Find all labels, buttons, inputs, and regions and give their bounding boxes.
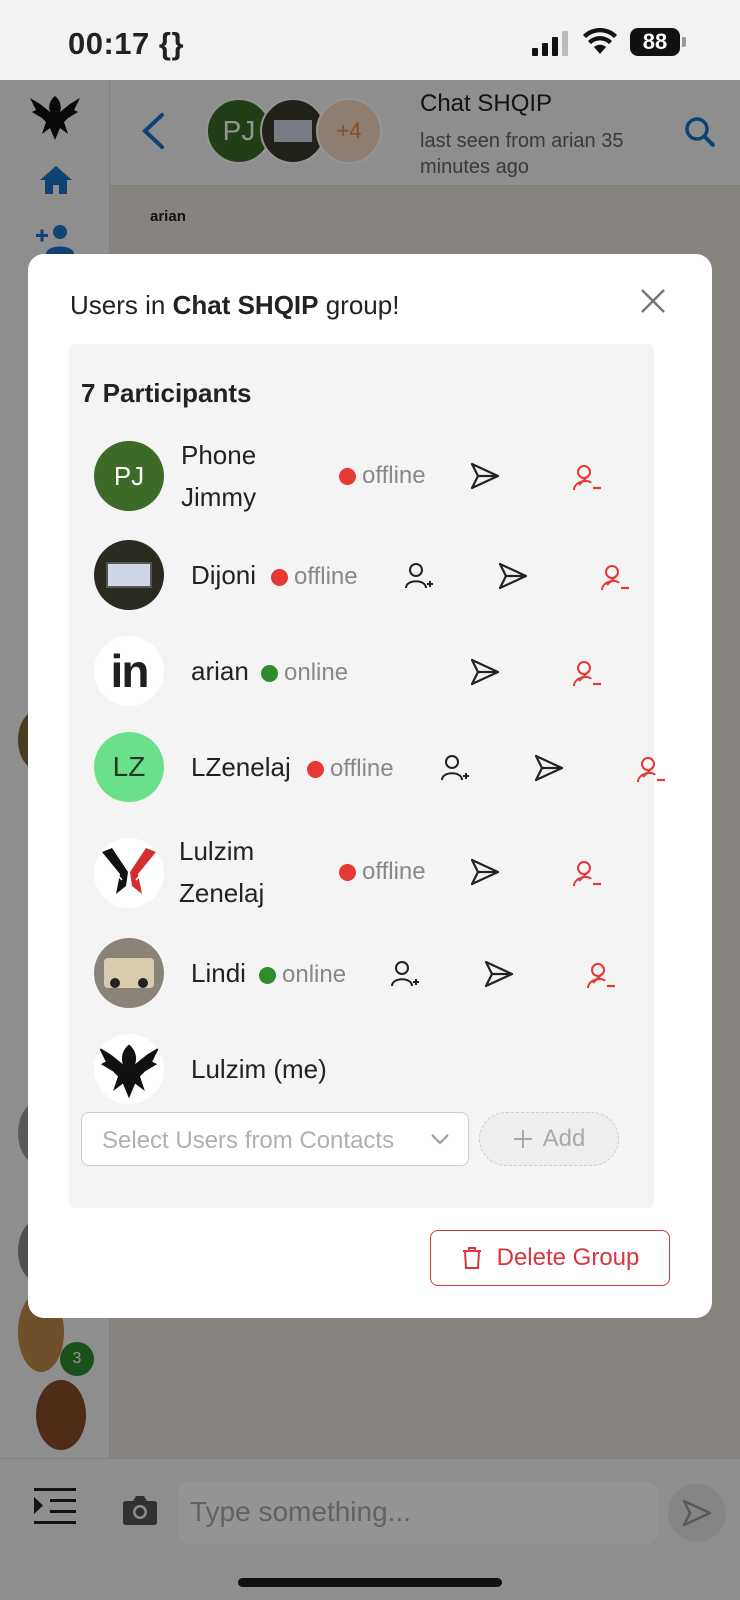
participant-row: Dijoni offline (69, 534, 669, 618)
status-badge: online (259, 961, 346, 989)
send-message-icon[interactable] (469, 460, 501, 492)
status-time: 00:17 {} (68, 26, 185, 61)
status-dot (261, 664, 278, 682)
send-message-icon[interactable] (497, 560, 529, 592)
status-dot (339, 467, 356, 485)
status-text: offline (362, 858, 426, 885)
battery-icon: 88 (630, 28, 686, 56)
remove-user-icon[interactable] (599, 562, 631, 594)
participant-name: Lindi (191, 958, 246, 988)
modal-title-group: Chat SHQIP (172, 290, 319, 320)
status-badge: offline (307, 755, 394, 783)
add-button[interactable]: Add (479, 1112, 619, 1166)
status-dot (259, 966, 276, 984)
status-dot (271, 568, 288, 586)
plus-icon (513, 1130, 532, 1148)
status-badge: offline (271, 563, 358, 591)
status-badge: online (261, 659, 348, 687)
participant-name-line1: Lulzim (179, 836, 255, 866)
status-bar: 00:17 {} 88 (0, 0, 740, 80)
status-text: offline (330, 755, 394, 782)
status-text: online (282, 961, 347, 988)
participant-name-line2: Jimmy (181, 482, 257, 512)
send-message-icon[interactable] (469, 656, 501, 688)
avatar (94, 938, 164, 1008)
participant-row: in arian online (69, 630, 669, 714)
avatar (94, 540, 164, 610)
status-text: offline (362, 462, 426, 489)
group-users-modal: Users in Chat SHQIP group! 7 Participant… (28, 254, 712, 1318)
wifi-icon (583, 28, 617, 54)
participant-name: LZenelaj (191, 752, 291, 782)
send-message-icon[interactable] (483, 958, 515, 990)
status-badge: offline (339, 858, 426, 886)
participants-panel: 7 Participants PJ Phone Jimmy offline Di… (69, 344, 665, 1208)
avatar: PJ (94, 441, 164, 511)
remove-user-icon[interactable] (635, 754, 667, 786)
avatar (94, 838, 164, 908)
participant-row: PJ Phone Jimmy offline (69, 428, 669, 528)
send-message-icon[interactable] (469, 856, 501, 888)
remove-user-icon[interactable] (571, 658, 603, 690)
participant-name-line1: Phone (181, 440, 257, 470)
modal-title: Users in Chat SHQIP group! (70, 290, 399, 321)
add-button-label: Add (542, 1125, 586, 1152)
contacts-select-placeholder: Select Users from Contacts (102, 1127, 395, 1154)
delete-group-button[interactable]: Delete Group (430, 1230, 670, 1286)
signal-icon (532, 30, 568, 56)
trash-icon (462, 1247, 481, 1269)
avatar: LZ (94, 732, 164, 802)
participant-name: Dijoni (191, 560, 257, 590)
status-badge: offline (339, 462, 426, 490)
eagle-logo-icon (98, 1044, 160, 1099)
remove-user-icon[interactable] (571, 858, 603, 890)
remove-user-icon[interactable] (585, 960, 617, 992)
participant-name: Lulzim Zenelaj (179, 830, 264, 914)
status-text: offline (294, 563, 358, 590)
status-text: online (284, 659, 349, 686)
contacts-select[interactable]: Select Users from Contacts (81, 1112, 469, 1166)
avatar (94, 1034, 164, 1104)
participant-row: Lulzim Zenelaj offline (69, 822, 669, 922)
avatar: in (94, 636, 164, 706)
status-dot (307, 760, 324, 778)
add-contact-icon[interactable] (389, 958, 421, 990)
participant-name: Phone Jimmy (181, 434, 256, 518)
close-icon[interactable] (640, 288, 666, 314)
participant-name: Lulzim (me) (191, 1054, 327, 1084)
chevron-down-icon (431, 1134, 449, 1145)
add-contact-icon[interactable] (439, 752, 471, 784)
participant-row: Lulzim (me) (69, 1030, 669, 1106)
participants-count: 7 Participants (81, 378, 252, 408)
participant-row: Lindi online (69, 932, 669, 1016)
modal-title-suffix: group! (318, 290, 400, 320)
hands-logo-icon (102, 848, 156, 894)
participant-name: arian (191, 656, 249, 686)
remove-user-icon[interactable] (571, 462, 603, 494)
participant-name-line2: Zenelaj (179, 878, 265, 908)
add-contact-icon[interactable] (403, 560, 435, 592)
participant-row: LZ LZenelaj offline (69, 726, 669, 810)
modal-title-prefix: Users in (70, 290, 173, 320)
send-message-icon[interactable] (533, 752, 565, 784)
delete-group-label: Delete Group (496, 1244, 640, 1271)
status-dot (339, 863, 356, 881)
home-indicator (238, 1578, 502, 1587)
